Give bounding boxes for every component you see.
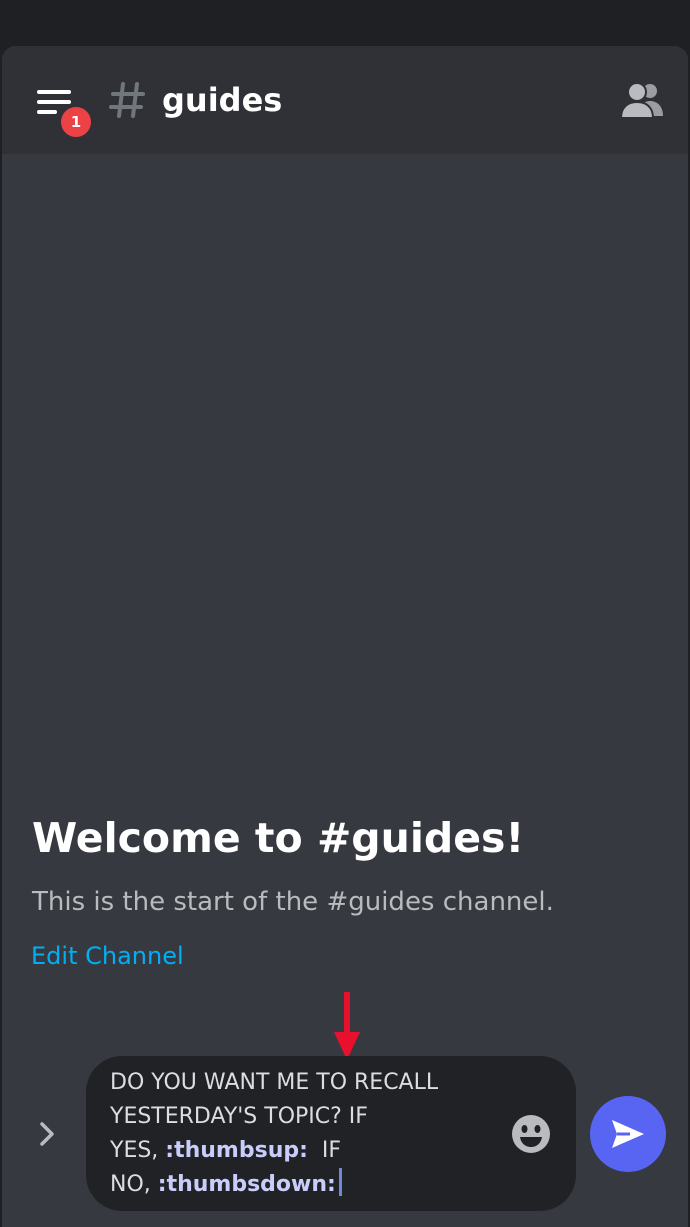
menu-button[interactable]: 1 (32, 82, 94, 140)
emoji-shortcode: :thumbsdown: (157, 1172, 336, 1197)
chevron-right-icon (40, 1122, 54, 1146)
message-line: DO YOU WANT ME TO RECALL (110, 1070, 439, 1095)
edit-channel-link[interactable]: Edit Channel (31, 936, 184, 976)
emoji-shortcode: :thumbsup: (165, 1138, 308, 1163)
message-text: NO, (110, 1172, 158, 1197)
discord-channel-screen: 1 guides Welcome to #guides! This is the… (2, 46, 688, 1227)
send-button[interactable] (590, 1096, 666, 1172)
channel-header: 1 guides (2, 46, 688, 154)
status-bar-area (0, 0, 690, 46)
members-button[interactable] (619, 80, 666, 120)
message-line: YESTERDAY'S TOPIC? IF (110, 1104, 368, 1129)
message-text: YES, (110, 1138, 166, 1163)
message-line: NO, :thumbsdown: (110, 1168, 500, 1202)
welcome-description: This is the start of the #guides channel… (32, 887, 554, 917)
send-icon (612, 1120, 644, 1148)
channel-title: guides (162, 81, 283, 119)
hash-icon (109, 82, 145, 118)
annotation-arrow-icon (334, 992, 360, 1060)
message-line: YES, :thumbsup: IF (110, 1134, 500, 1168)
emoji-button[interactable] (510, 1113, 552, 1155)
message-input[interactable]: DO YOU WANT ME TO RECALL YESTERDAY'S TOP… (110, 1066, 500, 1202)
text-caret (338, 1168, 342, 1196)
welcome-title: Welcome to #guides! (32, 814, 525, 862)
notification-badge: 1 (58, 104, 94, 140)
smiley-emoji-icon (512, 1115, 550, 1153)
expand-actions-button[interactable] (32, 1116, 62, 1152)
message-text: IF (307, 1138, 342, 1163)
message-composer[interactable]: DO YOU WANT ME TO RECALL YESTERDAY'S TOP… (86, 1056, 576, 1211)
members-icon (619, 82, 663, 119)
